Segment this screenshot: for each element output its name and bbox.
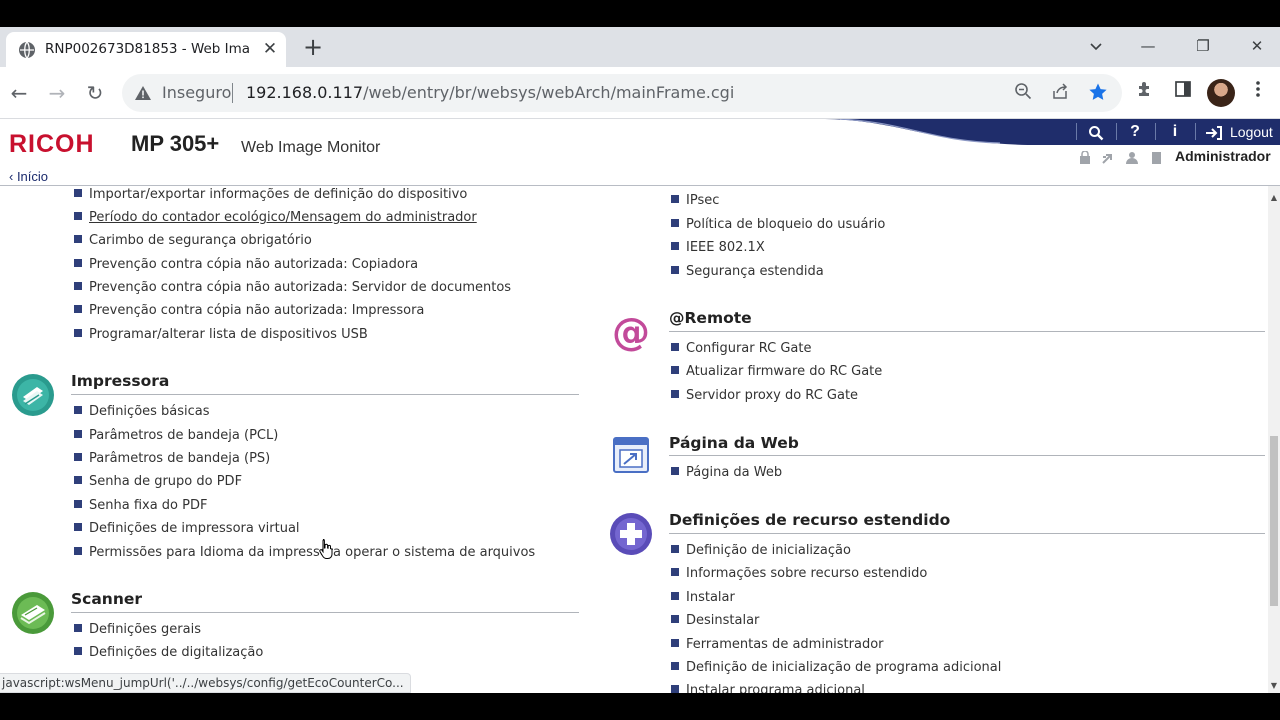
- menu-link[interactable]: Definições básicas: [74, 404, 210, 424]
- screen: RNP002673D81853 - Web Image Monitor ✕ + …: [0, 0, 1280, 720]
- menu-link[interactable]: Ferramentas de administrador: [671, 637, 884, 657]
- section-title-remote: @Remote: [669, 309, 752, 327]
- menu-link[interactable]: Definição de inicialização de programa a…: [671, 660, 1001, 680]
- scroll-up-arrow-icon[interactable]: ▲: [1268, 192, 1280, 204]
- reload-button[interactable]: ↻: [81, 79, 109, 107]
- menu-link[interactable]: Prevenção contra cópia não autorizada: C…: [74, 257, 418, 277]
- section-title-extended: Definições de recurso estendido: [669, 511, 951, 529]
- status-url-bubble: javascript:wsMenu_jumpUrl('../../websys/…: [0, 673, 411, 693]
- maximize-button[interactable]: ❐: [1180, 31, 1226, 61]
- svg-text:@: @: [612, 311, 650, 354]
- menu-link[interactable]: Carimbo de segurança obrigatório: [74, 233, 312, 253]
- zoom-icon[interactable]: [1012, 82, 1034, 104]
- printer-icon: [12, 374, 54, 416]
- menu-link[interactable]: Senha fixa do PDF: [74, 498, 207, 518]
- tab-title: RNP002673D81853 - Web Image Monitor: [45, 41, 250, 57]
- omnibox-divider: [232, 83, 233, 103]
- menu-link[interactable]: Senha de grupo do PDF: [74, 474, 242, 494]
- home-link[interactable]: ‹ Início: [9, 169, 48, 184]
- toolbar-divider: [1116, 123, 1117, 140]
- menu-link[interactable]: Segurança estendida: [671, 264, 824, 284]
- browser-tab[interactable]: RNP002673D81853 - Web Image Monitor ✕: [6, 32, 286, 67]
- menu-link[interactable]: Importar/exportar informações de definiç…: [74, 187, 467, 207]
- forward-button[interactable]: →: [43, 79, 71, 107]
- ricoh-logo: RICOH: [9, 130, 95, 158]
- menu-link[interactable]: Informações sobre recurso estendido: [671, 566, 927, 586]
- menu-link[interactable]: Parâmetros de bandeja (PS): [74, 451, 270, 471]
- menu-link[interactable]: Página da Web: [671, 465, 782, 485]
- menu-link[interactable]: Atualizar firmware do RC Gate: [671, 364, 882, 384]
- vertical-scrollbar[interactable]: ▲ ▼: [1268, 186, 1280, 693]
- url-path: /web/entry/br/websys/webArch/mainFrame.c…: [363, 83, 735, 102]
- toolbar-divider: [1195, 123, 1196, 140]
- info-icon[interactable]: i: [1164, 121, 1186, 143]
- menu-link[interactable]: Período do contador ecológico/Mensagem d…: [74, 210, 477, 230]
- tab-search-chevron-icon[interactable]: [1073, 31, 1119, 61]
- profile-avatar[interactable]: [1207, 79, 1235, 107]
- menu-link[interactable]: Definição de inicialização: [671, 543, 851, 563]
- section-title-webpage: Página da Web: [669, 434, 799, 452]
- toolbar-divider: [1076, 123, 1077, 140]
- section-title-scanner: Scanner: [71, 590, 143, 608]
- device-status-icons: [1080, 151, 1161, 164]
- menu-link[interactable]: Permissões para Idioma da impressora ope…: [74, 545, 535, 565]
- menu-link[interactable]: Instalar programa adicional: [671, 683, 865, 693]
- section-divider: [669, 331, 1265, 332]
- extensions-icon[interactable]: [1132, 80, 1158, 106]
- section-divider: [669, 455, 1265, 456]
- menu-link[interactable]: Parâmetros de bandeja (PCL): [74, 428, 278, 448]
- menu-link[interactable]: Prevenção contra cópia não autorizada: I…: [74, 303, 424, 323]
- close-tab-icon[interactable]: ✕: [258, 37, 282, 61]
- user-name: Administrador: [1175, 148, 1271, 164]
- new-tab-button[interactable]: +: [300, 33, 326, 61]
- warning-icon: [135, 86, 151, 100]
- minimize-button[interactable]: —: [1125, 31, 1171, 61]
- at-sign-icon: @: [612, 311, 650, 354]
- menu-link[interactable]: Definições de impressora virtual: [74, 521, 300, 541]
- scanner-icon: [12, 592, 54, 634]
- side-panel-icon[interactable]: [1170, 80, 1196, 106]
- logout-icon[interactable]: [1204, 121, 1222, 143]
- scroll-down-arrow-icon[interactable]: ▼: [1268, 680, 1280, 692]
- logout-button[interactable]: Logout: [1230, 121, 1280, 143]
- plus-extension-icon: [610, 513, 652, 555]
- main-content: Importar/exportar informações de definiç…: [0, 186, 1268, 693]
- globe-icon: [19, 41, 35, 59]
- scroll-thumb[interactable]: [1270, 436, 1278, 606]
- menu-link[interactable]: Prevenção contra cópia não autorizada: S…: [74, 280, 511, 300]
- address-bar[interactable]: Inseguro 192.168.0.117/web/entry/br/webs…: [122, 74, 1122, 112]
- close-window-button[interactable]: ✕: [1234, 31, 1280, 61]
- hand-cursor-icon: [319, 539, 333, 559]
- menu-link[interactable]: Política de bloqueio do usuário: [671, 217, 885, 237]
- wim-title: Web Image Monitor: [241, 139, 381, 156]
- menu-link[interactable]: Configurar RC Gate: [671, 341, 811, 361]
- menu-link[interactable]: Definições gerais: [74, 622, 201, 642]
- menu-link[interactable]: Programar/alterar lista de dispositivos …: [74, 327, 368, 347]
- url-text[interactable]: 192.168.0.117/web/entry/br/websys/webArc…: [246, 83, 734, 102]
- wim-header: RICOH MP 305+ Web Image Monitor ? i Logo…: [0, 119, 1280, 186]
- back-button[interactable]: ←: [5, 79, 33, 107]
- bookmark-star-icon[interactable]: [1087, 82, 1109, 104]
- web-page-icon: [613, 437, 649, 473]
- search-icon[interactable]: [1085, 121, 1107, 143]
- menu-link[interactable]: Instalar: [671, 590, 735, 610]
- menu-link[interactable]: Servidor proxy do RC Gate: [671, 388, 858, 408]
- help-icon[interactable]: ?: [1124, 121, 1146, 143]
- menu-link[interactable]: Definições de digitalização: [74, 645, 263, 665]
- model-name: MP 305+: [131, 131, 220, 156]
- section-divider: [71, 394, 579, 395]
- insecure-label[interactable]: Inseguro: [162, 83, 231, 102]
- browser-toolbar: ← → ↻ Inseguro 192.168.0.117/web/entry/b…: [0, 67, 1280, 119]
- url-host: 192.168.0.117: [246, 83, 364, 102]
- more-menu-icon[interactable]: [1245, 80, 1271, 106]
- section-divider: [669, 533, 1265, 534]
- tab-strip: RNP002673D81853 - Web Image Monitor ✕ + …: [0, 27, 1280, 67]
- section-title-printer: Impressora: [71, 372, 170, 390]
- menu-link[interactable]: IEEE 802.1X: [671, 240, 765, 260]
- toolbar-divider: [1155, 123, 1156, 140]
- menu-link[interactable]: IPsec: [671, 193, 719, 213]
- section-divider: [71, 612, 579, 613]
- menu-link[interactable]: Desinstalar: [671, 613, 759, 633]
- share-icon[interactable]: [1049, 82, 1071, 104]
